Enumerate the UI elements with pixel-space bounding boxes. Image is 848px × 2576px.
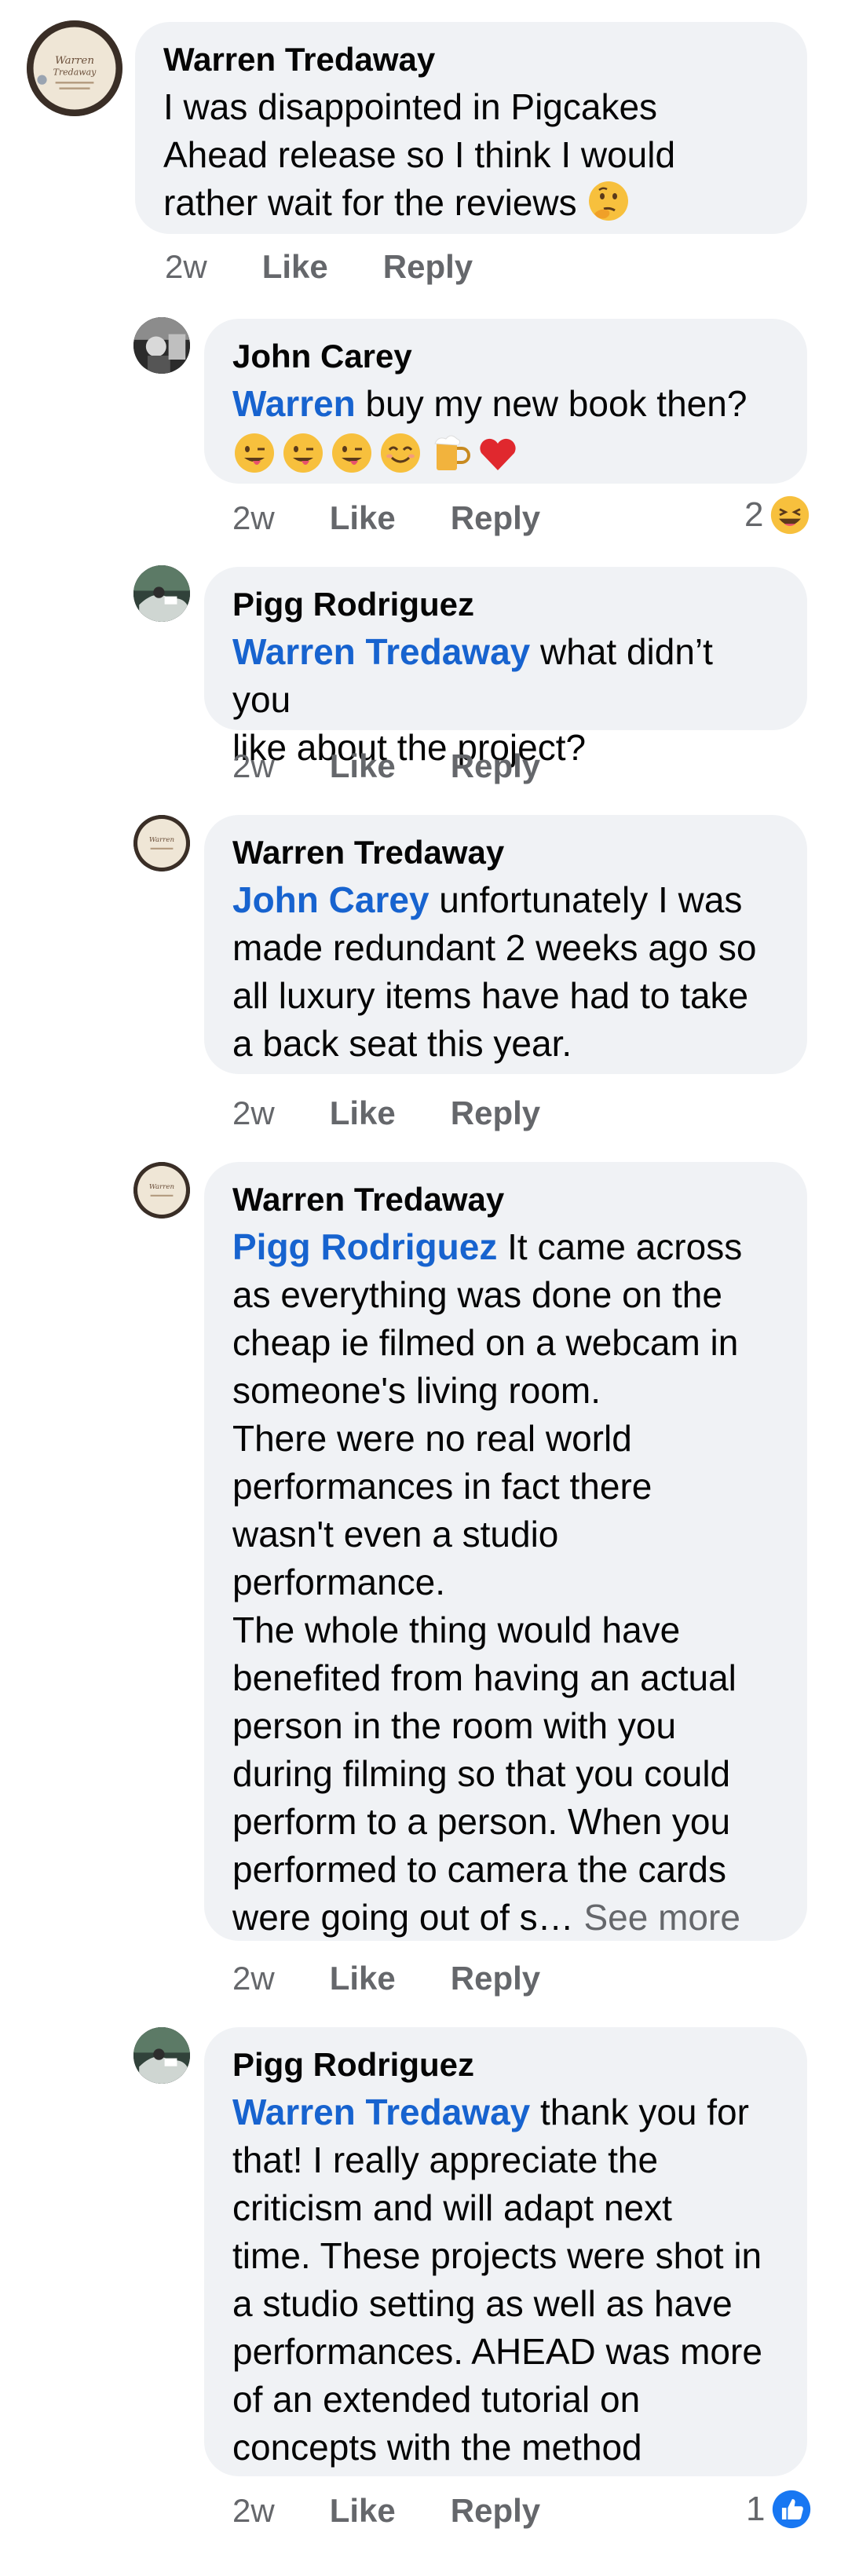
comment-text: John Carey unfortunately I was made redu… [232,876,779,1068]
comment-timestamp[interactable]: 2w [165,248,207,286]
reply-button[interactable]: Reply [451,1094,540,1132]
thumbs-up-reaction-icon [773,2490,811,2529]
comment-text: Pigg Rodriguez It came across as everyth… [232,1223,779,1942]
svg-text:Warren: Warren [149,836,174,844]
emoji-row [232,431,779,475]
like-button[interactable]: Like [330,1094,396,1132]
smiling-eyes-icon [381,433,420,473]
comment-bubble: Warren Tredaway I was disappointed in Pi… [135,22,807,234]
mention-link[interactable]: Warren Tredaway [232,2092,530,2132]
reaction-count: 2 [744,495,764,534]
avatar[interactable] [133,2027,190,2084]
thinking-face-icon [589,181,629,221]
comment-author[interactable]: Warren Tredaway [232,831,779,875]
comment-author[interactable]: John Carey [232,334,779,378]
comment-actions: 2w Like Reply [232,1960,540,1997]
svg-text:Warren: Warren [149,1183,174,1191]
avatar[interactable] [133,565,190,622]
mention-link[interactable]: Warren [232,383,356,424]
mention-link[interactable]: Warren Tredaway [232,631,530,672]
comment-actions: 2w Like Reply [232,747,540,785]
mention-link[interactable]: John Carey [232,879,429,920]
like-button[interactable]: Like [330,499,396,537]
comment-body: thank you for that! I really appreciate … [232,2092,762,2468]
reply-button[interactable]: Reply [451,499,540,537]
comment-bubble: Warren Tredaway Pigg Rodriguez It came a… [204,1162,807,1941]
comment-text: Warren buy my new book then? [232,380,779,428]
reaction-summary[interactable]: 1 [746,2489,812,2530]
avatar[interactable]: Warren Tredaway [27,20,122,116]
comment-author[interactable]: Pigg Rodriguez [232,583,779,627]
comment-timestamp[interactable]: 2w [232,1960,275,1997]
comment-bubble: Warren Tredaway John Carey unfortunately… [204,815,807,1074]
comment-author[interactable]: Warren Tredaway [163,38,779,82]
comment-author[interactable]: Pigg Rodriguez [232,2043,779,2087]
reply-button[interactable]: Reply [451,2492,540,2530]
beer-mug-icon [434,435,470,470]
comment-text: Warren Tredaway thank you for that! I re… [232,2088,779,2472]
reaction-summary[interactable]: 2 [744,495,810,535]
avatar[interactable]: Warren [133,815,190,871]
reaction-count: 1 [746,2490,766,2528]
comment-bubble: Pigg Rodriguez Warren Tredaway what didn… [204,567,807,768]
winking-tongue-icon [332,433,371,473]
svg-text:Tredaway: Tredaway [53,68,97,78]
like-button[interactable]: Like [330,1960,396,1997]
see-more-link[interactable]: See more [583,1897,740,1938]
avatar[interactable]: Warren [133,1162,190,1219]
comment-actions: 2w Like Reply [165,248,473,286]
laughing-reaction-icon [771,495,810,535]
avatar[interactable] [133,317,190,374]
comment-text: I was disappointed in Pigcakes Ahead rel… [163,83,779,227]
comment-timestamp[interactable]: 2w [232,747,275,785]
like-button[interactable]: Like [262,248,328,286]
comment-author[interactable]: Warren Tredaway [232,1178,779,1222]
comment-timestamp[interactable]: 2w [232,2492,275,2530]
comment-timestamp[interactable]: 2w [232,1094,275,1132]
like-button[interactable]: Like [330,747,396,785]
comment-body: buy my new book then? [355,383,747,424]
reply-button[interactable]: Reply [451,1960,540,1997]
like-button[interactable]: Like [330,2492,396,2530]
comment-actions: 2w Like Reply [232,1094,540,1132]
comment-actions: 2w Like Reply [232,2492,540,2530]
red-heart-icon [480,438,516,470]
reply-button[interactable]: Reply [451,747,540,785]
winking-tongue-icon [283,433,323,473]
comment-timestamp[interactable]: 2w [232,499,275,537]
comment-actions: 2w Like Reply [232,499,540,537]
comment-bubble: Pigg Rodriguez Warren Tredaway thank you… [204,2027,807,2476]
comment-body: It came across as everything was done on… [232,1226,743,1938]
reply-button[interactable]: Reply [383,248,473,286]
winking-tongue-icon [235,433,274,473]
svg-text:Warren: Warren [55,55,94,67]
mention-link[interactable]: Pigg Rodriguez [232,1226,497,1267]
comment-bubble: John Carey Warren buy my new book then? [204,319,807,484]
